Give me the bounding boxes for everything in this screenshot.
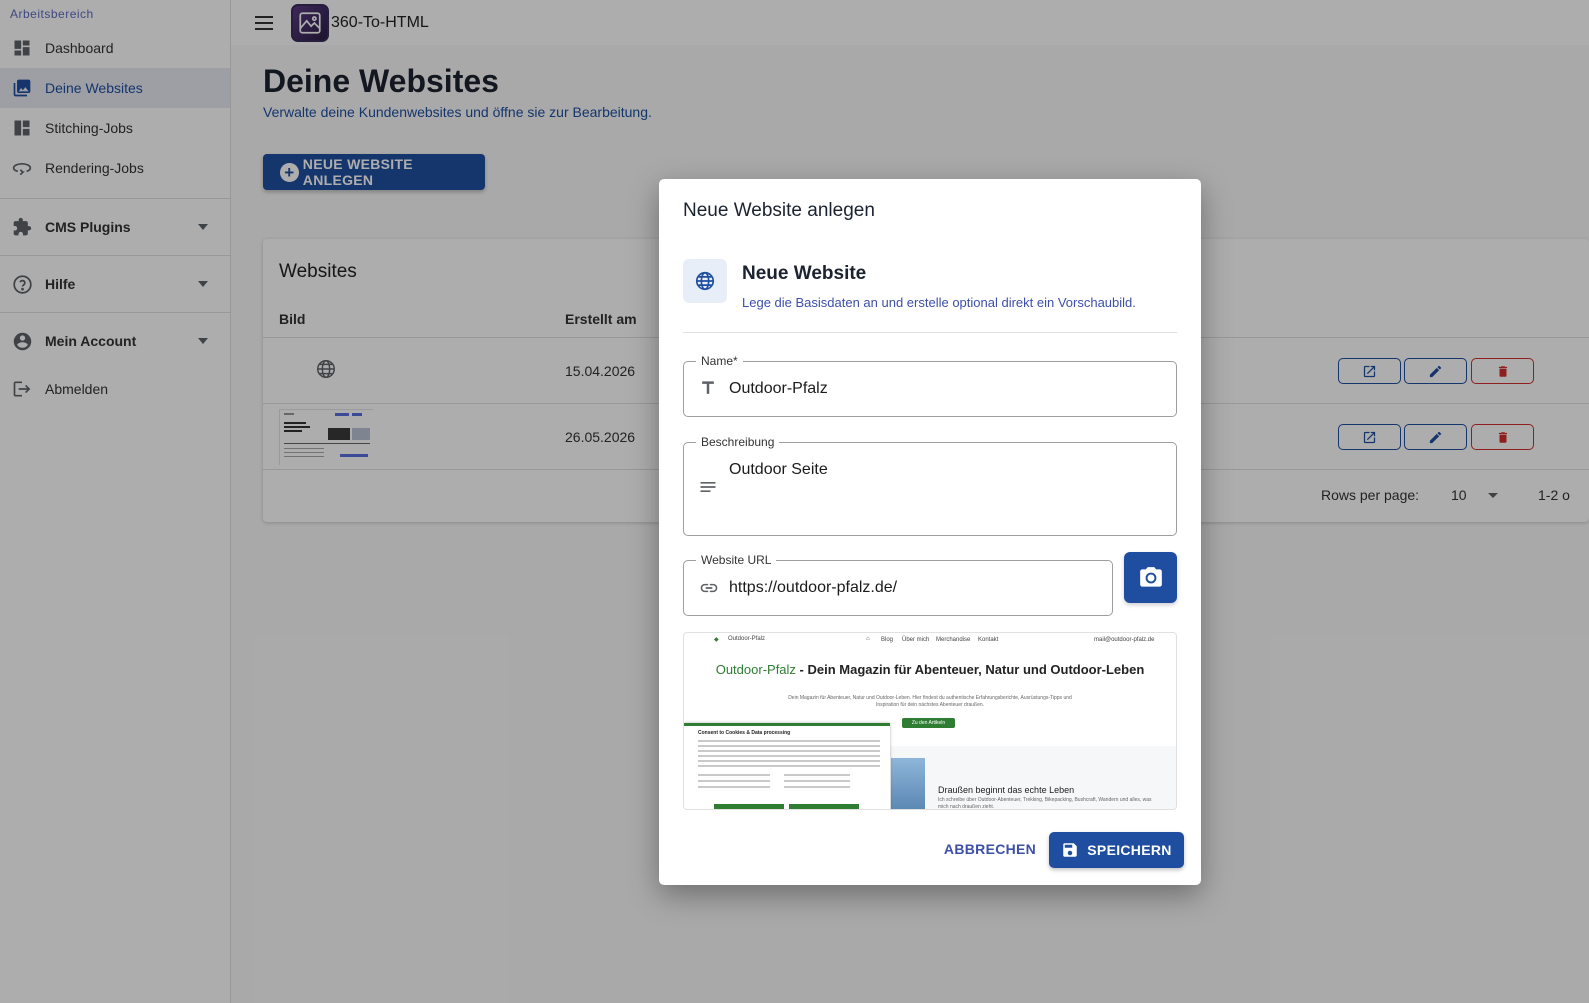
website-url-field[interactable]: Website URL https://outdoor-pfalz.de/ [683, 553, 1113, 616]
preview-nav: ◆ Outdoor-Pfalz ⌂ Blog Über mich Merchan… [684, 633, 1176, 647]
preview-cookie-title: Consent to Cookies & Data processing [698, 730, 791, 736]
preview-nav-item: Blog [881, 637, 894, 643]
preview-nav-item: Kontakt [978, 637, 999, 643]
dialog-header-subtitle: Lege die Basisdaten an und erstelle opti… [742, 295, 1136, 310]
text-format-icon [698, 378, 718, 403]
preview-section-title: Draußen beginnt das echte Leben [938, 785, 1075, 795]
dialog-divider [683, 332, 1177, 333]
description-field-label: Beschreibung [696, 435, 780, 449]
save-button-label: SPEICHERN [1087, 842, 1172, 858]
preview-email: mail@outdoor-pfalz.de [1094, 637, 1155, 643]
save-icon [1063, 843, 1078, 857]
notes-icon [698, 477, 718, 502]
dialog-header-title: Neue Website [742, 263, 867, 284]
preview-nav-item: Merchandise [936, 637, 971, 643]
preview-cta: Zu den Artikeln [902, 718, 955, 728]
preview-brand: Outdoor-Pfalz [728, 636, 766, 642]
website-url-field-value: https://outdoor-pfalz.de/ [729, 579, 898, 596]
preview-logo-icon: ◆ [714, 637, 719, 643]
preview-photo [891, 758, 925, 809]
cancel-button[interactable]: ABBRECHEN [944, 834, 1036, 864]
preview-nav-item: Über mich [902, 637, 930, 643]
preview-headline: Outdoor-Pfalz - Dein Magazin für Abenteu… [715, 662, 1145, 677]
new-website-dialog: Neue Website anlegen Neue Website Lege d… [659, 179, 1201, 885]
description-field[interactable]: Beschreibung Outdoor Seite [683, 435, 1177, 536]
preview-home-icon: ⌂ [866, 636, 870, 642]
description-field-value: Outdoor Seite [729, 461, 828, 478]
preview-cookie-banner: Consent to Cookies & Data processing [684, 723, 890, 809]
website-url-field-label: Website URL [696, 553, 777, 567]
preview-section-text: Ich schreibe über Outdoor-Abenteuer, Tre… [938, 797, 1152, 810]
preview-intro: Dein Magazin für Abenteuer, Natur und Ou… [788, 695, 1072, 708]
globe-icon [683, 259, 727, 303]
save-button[interactable]: SPEICHERN [1049, 832, 1184, 868]
name-field-value: Outdoor-Pfalz [729, 380, 828, 397]
name-field[interactable]: Name* Outdoor-Pfalz [683, 354, 1177, 417]
dialog-title: Neue Website anlegen [683, 200, 875, 221]
capture-screenshot-button[interactable] [1124, 552, 1177, 603]
link-icon [698, 578, 720, 603]
website-preview-image: ◆ Outdoor-Pfalz ⌂ Blog Über mich Merchan… [683, 632, 1177, 810]
camera-icon [1139, 566, 1162, 587]
name-field-label: Name* [696, 354, 743, 368]
